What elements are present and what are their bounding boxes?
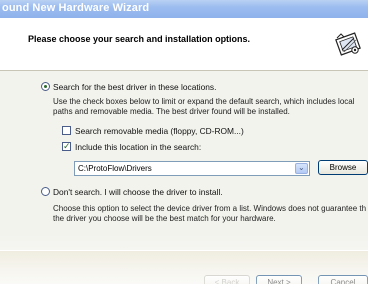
- cancel-button[interactable]: Cancel: [318, 275, 368, 284]
- wizard-window: ound New Hardware Wizard Please choose y…: [0, 0, 368, 284]
- radio-selected-dot: [44, 85, 47, 88]
- dont-search-description-line2: the driver you choose will be the best m…: [53, 214, 276, 223]
- next-button[interactable]: Next >: [256, 275, 302, 284]
- include-location-label[interactable]: Include this location in the search:: [75, 142, 201, 152]
- checkmark-icon: ✓: [63, 141, 71, 151]
- location-path-value: C:\ProtoFlow\Drivers: [78, 164, 152, 173]
- title-bar[interactable]: ound New Hardware Wizard: [0, 0, 368, 18]
- removable-media-checkbox[interactable]: [62, 126, 71, 135]
- back-button[interactable]: < Back: [204, 275, 250, 284]
- removable-media-label[interactable]: Search removable media (floppy, CD-ROM..…: [75, 126, 244, 136]
- search-option-label[interactable]: Search for the best driver in these loca…: [53, 82, 216, 92]
- include-location-checkbox[interactable]: ✓: [62, 141, 71, 151]
- hardware-wizard-icon: [335, 32, 361, 56]
- search-description-line1: Use the check boxes below to limit or ex…: [53, 97, 355, 106]
- dont-search-description-line1: Choose this option to select the device …: [53, 204, 367, 213]
- chevron-down-icon: ⌄: [298, 163, 305, 172]
- window-title: ound New Hardware Wizard: [2, 2, 150, 14]
- wizard-footer: < Back Next > Cancel: [0, 250, 368, 284]
- combobox-dropdown-button[interactable]: ⌄: [295, 163, 308, 174]
- location-path-combobox[interactable]: C:\ProtoFlow\Drivers ⌄: [74, 161, 310, 176]
- search-description-line2: paths and removable media. The best driv…: [53, 107, 290, 116]
- dont-search-option-label[interactable]: Don't search. I will choose the driver t…: [53, 187, 223, 197]
- search-radio[interactable]: [41, 82, 50, 91]
- browse-button[interactable]: Browse: [318, 160, 368, 175]
- wizard-header: Please choose your search and installati…: [0, 18, 368, 71]
- header-title: Please choose your search and installati…: [28, 34, 251, 44]
- dont-search-radio[interactable]: [41, 187, 50, 196]
